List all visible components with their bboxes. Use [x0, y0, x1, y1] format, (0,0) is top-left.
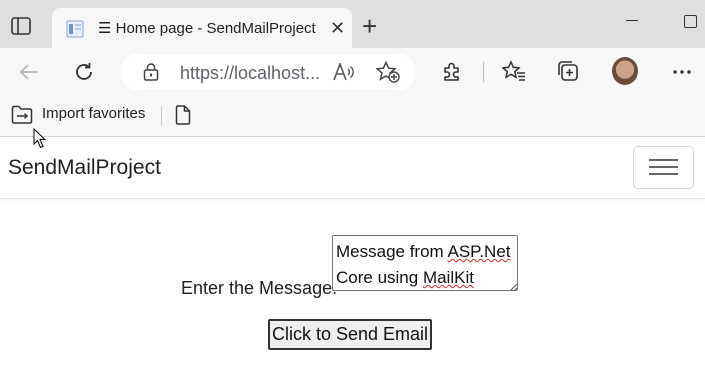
lock-icon[interactable] — [143, 63, 159, 81]
site-navbar: SendMailProject — [0, 137, 705, 199]
collections-icon[interactable] — [557, 60, 579, 82]
message-text-part: MailKit — [422, 268, 474, 287]
favorites-icon[interactable] — [502, 60, 526, 82]
address-bar[interactable]: https://localhost... — [120, 54, 416, 90]
send-email-button[interactable]: Click to Send Email — [268, 319, 432, 350]
favorites-divider — [161, 106, 162, 126]
back-arrow-icon[interactable] — [18, 62, 40, 82]
mouse-cursor-icon — [33, 128, 47, 149]
reload-icon[interactable] — [73, 61, 95, 83]
profile-avatar[interactable] — [612, 57, 638, 85]
other-favorites-icon[interactable] — [175, 105, 191, 125]
message-text-part: Core using — [336, 268, 423, 287]
brand-link[interactable]: SendMailProject — [8, 156, 161, 180]
new-tab-button[interactable]: + — [362, 13, 377, 39]
extensions-icon[interactable] — [441, 60, 463, 82]
message-text-part: ASP.Net — [447, 242, 511, 261]
close-tab-icon[interactable]: ✕ — [330, 19, 345, 37]
hamburger-menu-icon — [649, 159, 678, 161]
minimize-icon[interactable] — [626, 20, 638, 21]
page-favicon-icon — [66, 20, 84, 38]
message-text-part: Message from — [336, 242, 448, 261]
message-textarea[interactable]: Message from ASP.Net Core using MailKit — [332, 235, 518, 291]
import-favorites-link[interactable]: Import favorites — [42, 105, 145, 122]
tab-strip: ☰ Home page - SendMailProject ✕ + — [0, 0, 705, 48]
more-menu-icon[interactable] — [673, 70, 691, 74]
read-aloud-icon[interactable] — [333, 63, 355, 81]
message-label: Enter the Message: — [181, 278, 338, 298]
add-favorite-icon[interactable] — [376, 61, 400, 83]
favorites-bar: Import favorites — [0, 96, 705, 137]
tab-actions-icon[interactable] — [11, 17, 31, 35]
toolbar-separator — [483, 62, 484, 82]
maximize-icon[interactable] — [684, 15, 697, 28]
tab-title: ☰ Home page - SendMailProject — [98, 20, 316, 37]
url-text[interactable]: https://localhost... — [180, 63, 320, 84]
nav-toggler-button[interactable] — [633, 146, 694, 189]
active-tab[interactable]: ☰ Home page - SendMailProject ✕ — [52, 8, 352, 48]
import-folder-icon[interactable] — [11, 105, 33, 125]
browser-toolbar: https://localhost... — [0, 48, 705, 96]
resize-grip-icon[interactable] — [508, 282, 518, 292]
